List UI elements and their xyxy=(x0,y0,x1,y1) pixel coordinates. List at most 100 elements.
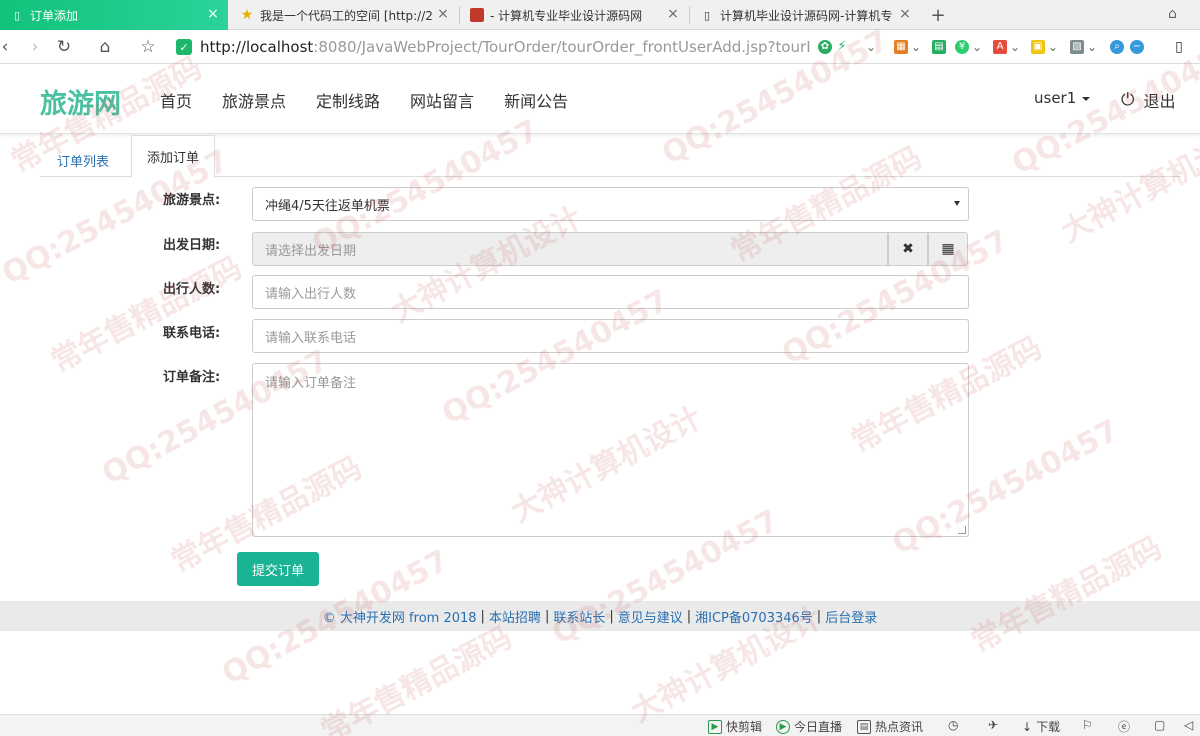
url-path: :8080/JavaWebProject/TourOrder/tourOrder… xyxy=(313,38,811,56)
caret-down-icon xyxy=(1082,96,1091,101)
site-header: 旅游网 首页 旅游景点 定制线路 网站留言 新闻公告 user1 ⏻ 退出 xyxy=(0,64,1200,134)
count-input[interactable]: 请输入出行人数 xyxy=(252,275,969,309)
site-footer: © 大神开发网 from 2018 | 本站招聘 | 联系站长 | 意见与建议 | 湘I… xyxy=(0,601,1200,631)
footer-feedback[interactable]: 意见与建议 xyxy=(618,607,683,626)
user-menu[interactable]: user1 xyxy=(1034,89,1091,107)
search-icon[interactable]: ⌕ xyxy=(1110,38,1127,56)
status-ie[interactable]: ⓔ xyxy=(1118,718,1130,735)
nav-news[interactable]: 新闻公告 xyxy=(504,88,568,112)
bookmark-star-icon[interactable]: ☆ xyxy=(137,36,159,58)
footer-contact[interactable]: 联系站长 xyxy=(553,607,605,626)
close-icon[interactable]: × xyxy=(206,6,220,22)
status-label: 快剪辑 xyxy=(726,720,763,734)
submit-order-button[interactable]: 提交订单 xyxy=(237,552,319,586)
mobile-icon[interactable]: ▯ xyxy=(1172,38,1189,56)
news-icon: ▤ xyxy=(857,719,871,734)
status-quick-cut[interactable]: ▶ 快剪辑 xyxy=(708,718,762,735)
status-window[interactable]: ▢ xyxy=(1154,718,1165,732)
watermark-text: 常年售精品源码 xyxy=(45,250,248,380)
speed-icon[interactable]: ✿ ⚡ xyxy=(818,38,852,56)
apps-icon[interactable]: ▦ ⌄ xyxy=(894,38,921,56)
footer-sep: | xyxy=(544,608,550,624)
watermark-text: 常年售精品源码 xyxy=(965,530,1168,660)
zoom-out-icon[interactable]: − xyxy=(1130,38,1147,56)
browser-tab-blog[interactable]: ★ 我是一个代码工的空间 [http://2 × xyxy=(230,0,458,30)
status-news[interactable]: ▤ 热点资讯 xyxy=(857,718,923,735)
browser-tab-source[interactable]: - 计算机专业毕业设计源码网 × xyxy=(460,0,688,30)
power-icon: ⏻ xyxy=(1121,90,1135,110)
footer-copyright[interactable]: © 大神开发网 from 2018 xyxy=(323,607,477,626)
browser-tab-label: 订单添加 xyxy=(30,8,79,23)
date-label: 出发日期: xyxy=(163,238,221,253)
footer-sep: | xyxy=(609,608,614,624)
close-icon[interactable]: × xyxy=(898,6,912,22)
tab-add-order[interactable]: 添加订单 xyxy=(131,135,216,178)
history-icon: ◷ xyxy=(948,718,959,732)
scissors-icon: ▶ xyxy=(708,719,722,734)
forward-icon[interactable]: › xyxy=(24,36,46,58)
status-pin[interactable]: ✈ xyxy=(988,718,998,732)
url-host: http://localhost xyxy=(200,38,314,56)
url-text: http://localhost:8080/JavaWebProject/Tou… xyxy=(200,38,811,56)
status-sound[interactable]: ◁ xyxy=(1184,718,1193,732)
back-icon[interactable]: ‹ xyxy=(0,36,16,58)
nav-spots[interactable]: 旅游景点 xyxy=(222,88,286,112)
money-icon[interactable]: ¥ ⌄ xyxy=(955,38,982,56)
nav-custom-routes[interactable]: 定制线路 xyxy=(316,88,380,112)
shirt-icon[interactable]: ⌂ xyxy=(1168,6,1186,24)
memo-textarea[interactable]: 请输入订单备注 xyxy=(252,363,969,537)
browser-tab-label: 我是一个代码工的空间 [http://2 xyxy=(260,8,433,23)
footer-jobs[interactable]: 本站招聘 xyxy=(489,607,541,626)
logout-button[interactable]: ⏻ 退出 xyxy=(1121,88,1175,112)
url-field[interactable]: ✓ http://localhost:8080/JavaWebProject/T… xyxy=(176,35,866,59)
spot-label: 旅游景点: xyxy=(163,193,221,208)
status-live[interactable]: ▶ 今日直播 xyxy=(776,718,842,735)
pin-icon: ✈ xyxy=(988,718,999,732)
date-input[interactable]: 请选择出发日期 xyxy=(252,232,888,266)
nav-messages[interactable]: 网站留言 xyxy=(410,88,474,112)
status-label: 下载 xyxy=(1036,720,1061,734)
phone-input[interactable]: 请输入联系电话 xyxy=(252,319,969,353)
username: user1 xyxy=(1034,89,1077,107)
order-tabs: 订单列表 添加订单 xyxy=(40,134,1181,178)
logout-label: 退出 xyxy=(1143,92,1176,111)
image-icon[interactable]: ▧ ⌄ xyxy=(1070,38,1097,56)
translate-icon[interactable]: A ⌄ xyxy=(993,38,1020,56)
memo-label: 订单备注: xyxy=(163,370,221,385)
resize-grip-icon[interactable] xyxy=(958,526,966,534)
footer-icp[interactable]: 湘ICP备0703346号 xyxy=(695,607,813,626)
photo-icon[interactable]: ▣ ⌄ xyxy=(1031,38,1058,56)
status-history[interactable]: ◷ xyxy=(948,718,958,732)
browser-engine-icon: ⓔ xyxy=(1118,720,1131,734)
page-icon: ▯ xyxy=(703,8,711,22)
browser-tab-source2[interactable]: ▯ 计算机毕业设计源码网-计算机专 × xyxy=(690,0,920,30)
reader-icon[interactable]: ▤ xyxy=(932,38,949,56)
footer-sep: | xyxy=(480,608,485,624)
home-icon[interactable]: ⌂ xyxy=(94,36,116,58)
nav-home[interactable]: 首页 xyxy=(160,88,192,112)
footer-admin-login[interactable]: 后台登录 xyxy=(825,607,877,626)
browser-tab-label: - 计算机专业毕业设计源码网 xyxy=(490,8,643,23)
window-icon: ▢ xyxy=(1154,718,1166,732)
status-download[interactable]: ↓ 下载 xyxy=(1022,718,1060,735)
status-flag[interactable]: ⚐ xyxy=(1082,718,1093,732)
dropdown-icon[interactable]: ⌄ xyxy=(866,38,876,56)
phone-label: 联系电话: xyxy=(163,326,221,341)
shield-icon: ✓ xyxy=(176,39,192,55)
star-icon: ★ xyxy=(240,7,254,23)
main-nav: 首页 旅游景点 定制线路 网站留言 新闻公告 xyxy=(160,88,598,112)
clear-date-icon[interactable]: ✖ xyxy=(888,232,928,266)
reload-icon[interactable]: ↻ xyxy=(53,36,75,58)
browser-tab-order-add[interactable]: ▯ 订单添加 × xyxy=(0,0,228,30)
tab-order-list[interactable]: 订单列表 xyxy=(42,143,124,177)
status-label: 热点资讯 xyxy=(875,720,924,734)
close-icon[interactable]: × xyxy=(436,6,450,22)
footer-sep: | xyxy=(816,608,822,624)
new-tab-button[interactable]: + xyxy=(928,4,948,26)
site-logo[interactable]: 旅游网 xyxy=(40,82,121,121)
spot-select[interactable]: 冲绳4/5天往返单机票 xyxy=(252,187,969,221)
page-icon: ▯ xyxy=(13,8,21,22)
close-icon[interactable]: × xyxy=(666,6,680,22)
sound-icon: ◁ xyxy=(1184,718,1194,732)
calendar-icon[interactable]: ▦ xyxy=(928,232,968,266)
